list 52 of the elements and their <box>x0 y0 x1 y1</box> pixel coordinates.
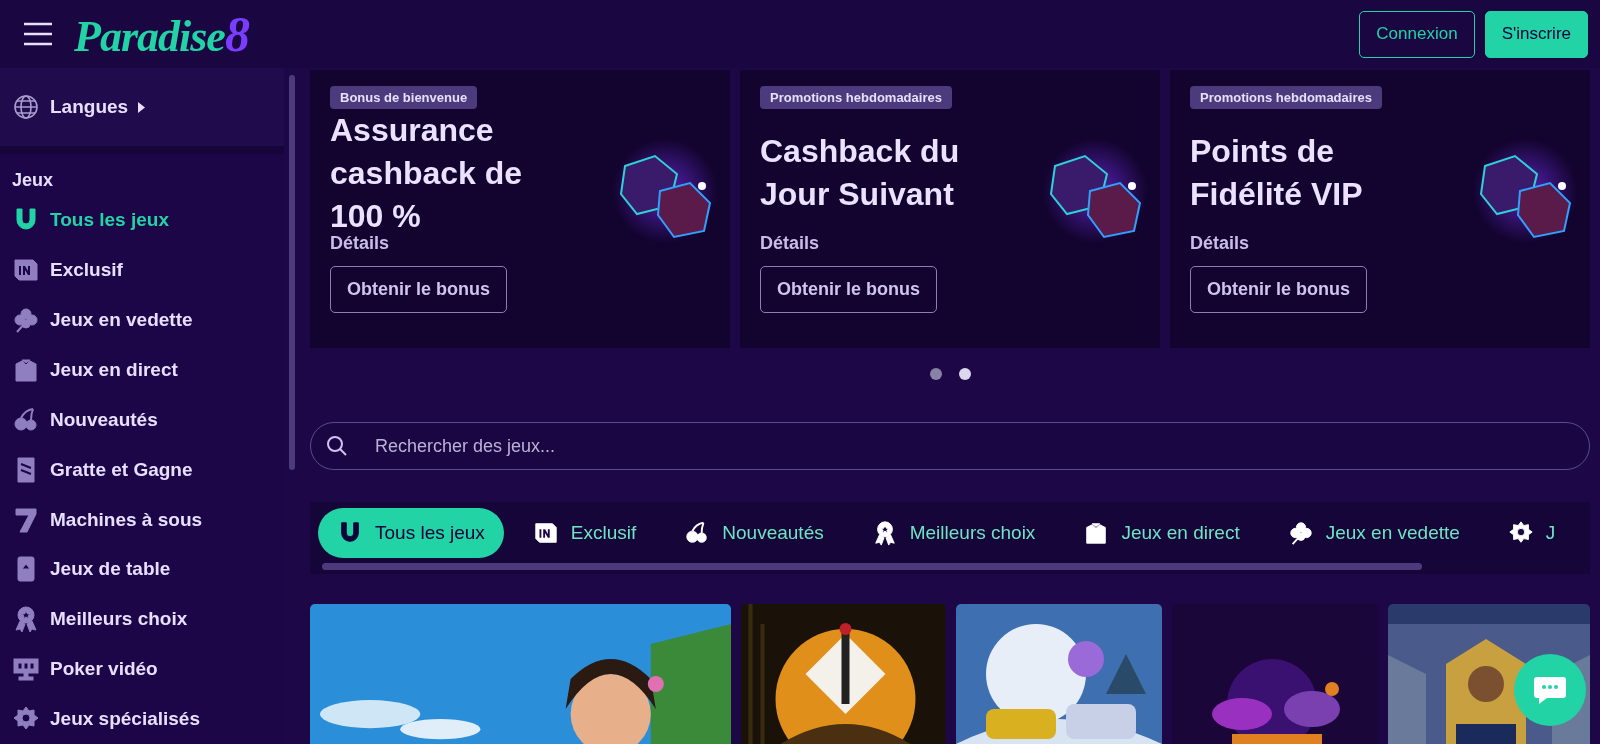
details-link[interactable]: Détails <box>330 233 390 254</box>
sidebar-item[interactable]: Exclusif <box>0 245 284 296</box>
menu-icon[interactable] <box>22 22 54 46</box>
in-badge-icon <box>532 520 559 546</box>
clover-icon <box>12 305 40 334</box>
signup-button[interactable]: S'inscrire <box>1484 10 1588 58</box>
category-tab[interactable]: Tous les jeux <box>318 508 504 558</box>
globe-icon <box>12 93 40 122</box>
gear-icon <box>1507 520 1534 546</box>
carousel-dot[interactable] <box>929 368 942 380</box>
login-button[interactable]: Connexion <box>1359 10 1475 58</box>
logo[interactable]: Paradise8 <box>74 9 250 59</box>
sidebar-item[interactable]: Jeux en vedette <box>0 295 284 345</box>
promo-title: Assurance cashback de 100 % <box>330 110 524 236</box>
monitor-icon <box>12 655 40 684</box>
cherries-icon <box>12 405 40 434</box>
sidebar-item[interactable]: Nouveautés <box>0 394 284 445</box>
category-tab[interactable]: Nouveautés <box>665 508 843 558</box>
search-field[interactable]: Rechercher des jeux... <box>310 422 1590 470</box>
category-tab[interactable]: Exclusif <box>513 508 656 558</box>
clover-icon <box>1287 520 1314 546</box>
promo-tag: Promotions hebdomadaires <box>1190 86 1382 109</box>
language-menu[interactable]: Langues <box>12 93 146 122</box>
category-tab[interactable]: Jeux en direct <box>1064 508 1259 558</box>
section-heading: Jeux <box>11 169 55 193</box>
promo-tag: Promotions hebdomadaires <box>760 86 952 109</box>
carousel-dot[interactable] <box>958 368 971 380</box>
details-link[interactable]: Détails <box>1190 233 1250 254</box>
sidebar-item[interactable]: Jeux en direct <box>0 344 284 395</box>
category-tab[interactable]: Jeux en vedette <box>1268 508 1479 558</box>
chat-icon <box>1533 675 1567 705</box>
seven-icon <box>12 505 40 534</box>
sidebar-item[interactable]: Machines à sous <box>0 494 284 545</box>
category-tab[interactable]: Meilleurs choix <box>852 508 1055 558</box>
sidebar-item[interactable]: Jeux spécialisés <box>0 694 284 744</box>
category-tab[interactable]: J <box>1488 508 1575 558</box>
scrollbar-thumb[interactable] <box>322 562 1422 570</box>
promo-tag: Bonus de bienvenue <box>330 86 478 109</box>
details-link[interactable]: Détails <box>760 233 820 254</box>
sidebar-item[interactable]: Meilleurs choix <box>0 594 284 645</box>
scrollbar-thumb[interactable] <box>289 75 295 470</box>
sidebar-item[interactable]: Poker vidéo <box>0 644 284 695</box>
sidebar-item[interactable]: Gratte et Gagne <box>0 444 284 495</box>
bonus-button[interactable]: Obtenir le bonus <box>760 266 937 313</box>
bonus-button[interactable]: Obtenir le bonus <box>330 266 507 313</box>
promo-title: Points de Fidélité VIP <box>1190 132 1364 214</box>
award-icon <box>12 605 40 634</box>
sidebar-item[interactable]: Tous les jeux <box>0 195 284 246</box>
caret-icon <box>138 101 146 113</box>
sidebar-item[interactable]: Jeux de table <box>0 544 284 595</box>
bonus-button[interactable]: Obtenir le bonus <box>1190 266 1367 313</box>
promo-title: Cashback du Jour Suivant <box>760 132 961 214</box>
